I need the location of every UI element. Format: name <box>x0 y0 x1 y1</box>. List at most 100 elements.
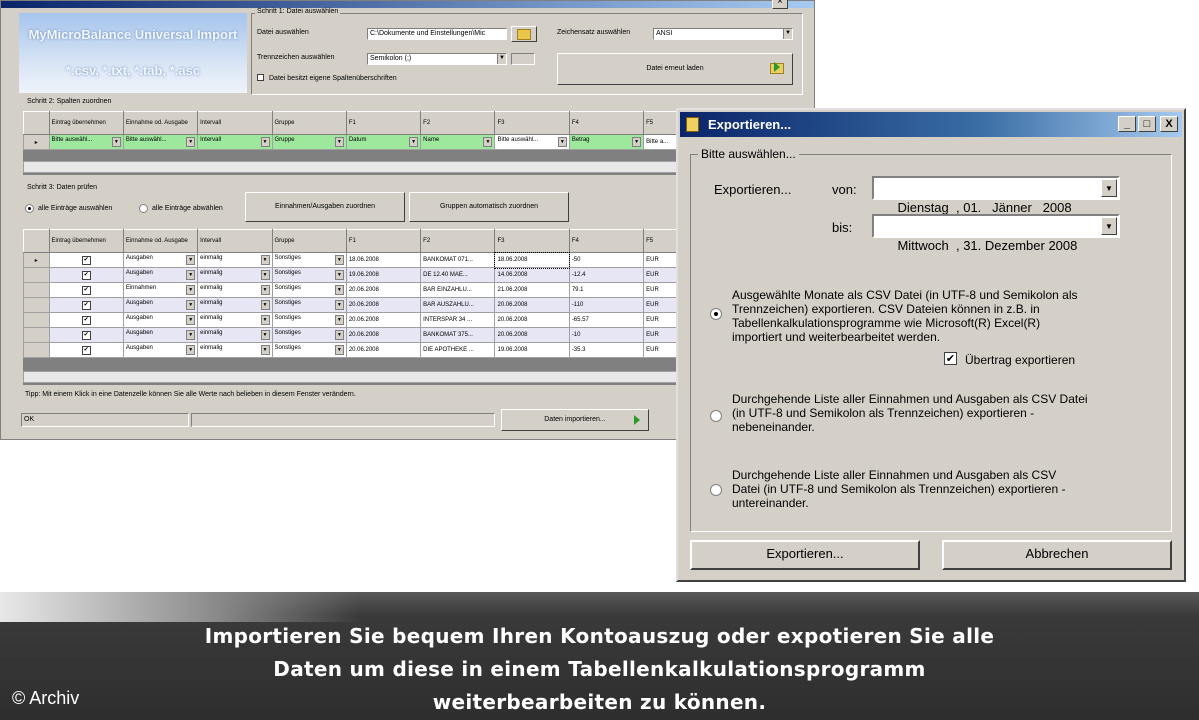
grid-header[interactable]: F3 <box>494 111 570 135</box>
mapping-cell[interactable]: Bitte auswähl... ▼ <box>48 134 124 150</box>
row-selector-icon[interactable] <box>23 312 50 328</box>
select-all-radio[interactable] <box>25 204 34 213</box>
table-cell[interactable]: Sonstiges ▼ <box>271 297 347 313</box>
table-cell[interactable]: einmalig ▼ <box>197 267 273 283</box>
table-cell[interactable]: Sonstiges ▼ <box>271 312 347 328</box>
export-side-by-side-radio[interactable] <box>710 410 722 422</box>
export-selected-months-radio[interactable] <box>710 308 722 320</box>
include-checkbox-cell[interactable]: ✔ <box>48 297 124 313</box>
table-cell[interactable]: 79.1 <box>568 282 645 298</box>
mapping-cell[interactable]: Bitte auswähl... ▼ <box>122 134 199 150</box>
table-cell[interactable]: Einnahmen ▼ <box>122 282 199 298</box>
grid-header[interactable]: Intervall <box>197 111 273 135</box>
chevron-down-icon[interactable]: ▼ <box>334 330 344 340</box>
chevron-down-icon[interactable]: ▼ <box>260 330 270 340</box>
table-cell[interactable]: -12.4 <box>568 267 645 283</box>
table-cell[interactable]: INTERSPAR 34 ... <box>420 312 496 328</box>
table-cell[interactable]: 20.06.2008 <box>345 342 422 358</box>
chevron-down-icon[interactable]: ▼ <box>260 255 270 265</box>
table-cell[interactable]: Ausgaben ▼ <box>122 267 199 283</box>
include-checkbox-cell[interactable]: ✔ <box>48 342 124 358</box>
include-checkbox[interactable]: ✔ <box>81 345 91 355</box>
file-path-field[interactable]: C:\Dokumente und Einstellungen\Mic <box>367 28 507 40</box>
chevron-down-icon[interactable]: ▼ <box>334 300 344 310</box>
export-selected-months-text[interactable]: Ausgewählte Monate als CSV Datei (in UTF… <box>732 288 1152 344</box>
include-checkbox-cell[interactable]: ✔ <box>48 282 124 298</box>
table-cell[interactable]: Sonstiges ▼ <box>271 342 347 358</box>
table-cell[interactable]: -110 <box>568 297 645 313</box>
mapping-horizontal-scrollbar[interactable] <box>23 161 683 173</box>
table-cell[interactable]: 20.06.2008 <box>345 312 422 328</box>
carry-over-checkbox[interactable]: ✔ <box>944 352 957 365</box>
export-one-below-another-text[interactable]: Durchgehende Liste aller Einnahmen und A… <box>732 468 1152 510</box>
include-checkbox[interactable]: ✔ <box>81 300 91 310</box>
export-button[interactable]: Exportieren... <box>690 540 920 570</box>
include-checkbox[interactable]: ✔ <box>81 270 91 280</box>
import-window-close-button[interactable]: × <box>772 0 788 9</box>
row-selector-icon[interactable] <box>23 342 50 358</box>
table-cell[interactable]: 20.06.2008 <box>494 327 570 343</box>
assign-income-expense-button[interactable]: Einnahmen/Ausgaben zuordnen <box>245 192 405 222</box>
table-cell[interactable]: BANKOMAT 071... <box>420 252 496 268</box>
header-checkbox[interactable] <box>257 74 264 81</box>
chevron-down-icon[interactable]: ▼ <box>186 285 196 295</box>
chevron-down-icon[interactable]: ▼ <box>334 345 344 355</box>
chevron-down-icon[interactable]: ▼ <box>186 345 196 355</box>
import-window-titlebar[interactable] <box>1 1 814 8</box>
mapping-cell[interactable]: Datum ▼ <box>345 134 422 150</box>
chevron-down-icon[interactable]: ▼ <box>186 330 196 340</box>
mapping-cell[interactable]: Gruppe ▼ <box>271 134 347 150</box>
chevron-down-icon[interactable]: ▼ <box>1101 217 1117 235</box>
include-checkbox[interactable]: ✔ <box>81 330 91 340</box>
table-cell[interactable]: BAR EINZAHLU... <box>420 282 496 298</box>
to-date-picker[interactable]: Mittwoch , 31. Dezember 2008 ▼ <box>872 214 1120 253</box>
table-cell[interactable]: Sonstiges ▼ <box>271 282 347 298</box>
grid-header[interactable]: Eintrag übernehmen <box>48 111 124 135</box>
chevron-down-icon[interactable]: ▼ <box>260 285 270 295</box>
table-cell[interactable]: BAR AUSZAHLU... <box>420 297 496 313</box>
include-checkbox-cell[interactable]: ✔ <box>48 252 124 268</box>
grid-header[interactable]: F2 <box>420 111 496 135</box>
table-cell[interactable]: -35.3 <box>568 342 645 358</box>
table-cell[interactable]: BANKOMAT 375... <box>420 327 496 343</box>
grid-header[interactable]: Gruppe <box>271 111 347 135</box>
browse-button[interactable] <box>511 26 537 42</box>
include-checkbox-cell[interactable]: ✔ <box>48 267 124 283</box>
table-cell[interactable]: -65.57 <box>568 312 645 328</box>
row-selector-icon[interactable] <box>23 327 50 343</box>
auto-assign-groups-button[interactable]: Gruppen automatisch zuordnen <box>409 192 569 222</box>
table-cell[interactable]: Sonstiges ▼ <box>271 327 347 343</box>
table-cell[interactable]: einmalig ▼ <box>197 327 273 343</box>
row-selector-icon[interactable] <box>23 297 50 313</box>
grid-header[interactable]: F1 <box>345 229 422 253</box>
close-button[interactable]: X <box>1160 116 1178 132</box>
table-cell[interactable]: 21.06.2008 <box>494 282 570 298</box>
chevron-down-icon[interactable]: ▼ <box>1101 179 1117 197</box>
table-cell[interactable]: -50 <box>568 252 645 268</box>
table-cell[interactable]: Sonstiges ▼ <box>271 267 347 283</box>
chevron-down-icon[interactable]: ▼ <box>186 270 196 280</box>
table-cell[interactable]: Ausgaben ▼ <box>122 252 199 268</box>
table-cell[interactable]: 20.06.2008 <box>494 312 570 328</box>
mapping-cell[interactable]: Betrag ▼ <box>568 134 645 150</box>
chevron-down-icon[interactable]: ▼ <box>334 255 344 265</box>
grid-header[interactable]: F4 <box>568 229 645 253</box>
mapping-cell[interactable]: Intervall ▼ <box>197 134 273 150</box>
table-cell[interactable]: -10 <box>568 327 645 343</box>
grid-header[interactable]: F2 <box>420 229 496 253</box>
grid-header[interactable]: F1 <box>345 111 422 135</box>
separator-custom-field[interactable] <box>511 53 535 65</box>
include-checkbox-cell[interactable]: ✔ <box>48 312 124 328</box>
row-selector-icon[interactable]: ▸ <box>23 252 50 268</box>
export-side-by-side-text[interactable]: Durchgehende Liste aller Einnahmen und A… <box>732 392 1152 434</box>
table-cell[interactable]: 18.06.2008 <box>345 252 422 268</box>
table-cell[interactable]: 20.06.2008 <box>345 282 422 298</box>
chevron-down-icon[interactable]: ▼ <box>334 315 344 325</box>
grid-header[interactable]: Eintrag übernehmen <box>48 229 124 253</box>
table-cell[interactable]: DE 12.40 MAE... <box>420 267 496 283</box>
from-date-picker[interactable]: Dienstag , 01. Jänner 2008 ▼ <box>872 176 1120 215</box>
row-selector-icon[interactable]: ▸ <box>23 134 50 150</box>
row-selector-icon[interactable] <box>23 282 50 298</box>
mapping-cell[interactable]: Name ▼ <box>420 134 496 150</box>
chevron-down-icon[interactable]: ▼ <box>260 315 270 325</box>
